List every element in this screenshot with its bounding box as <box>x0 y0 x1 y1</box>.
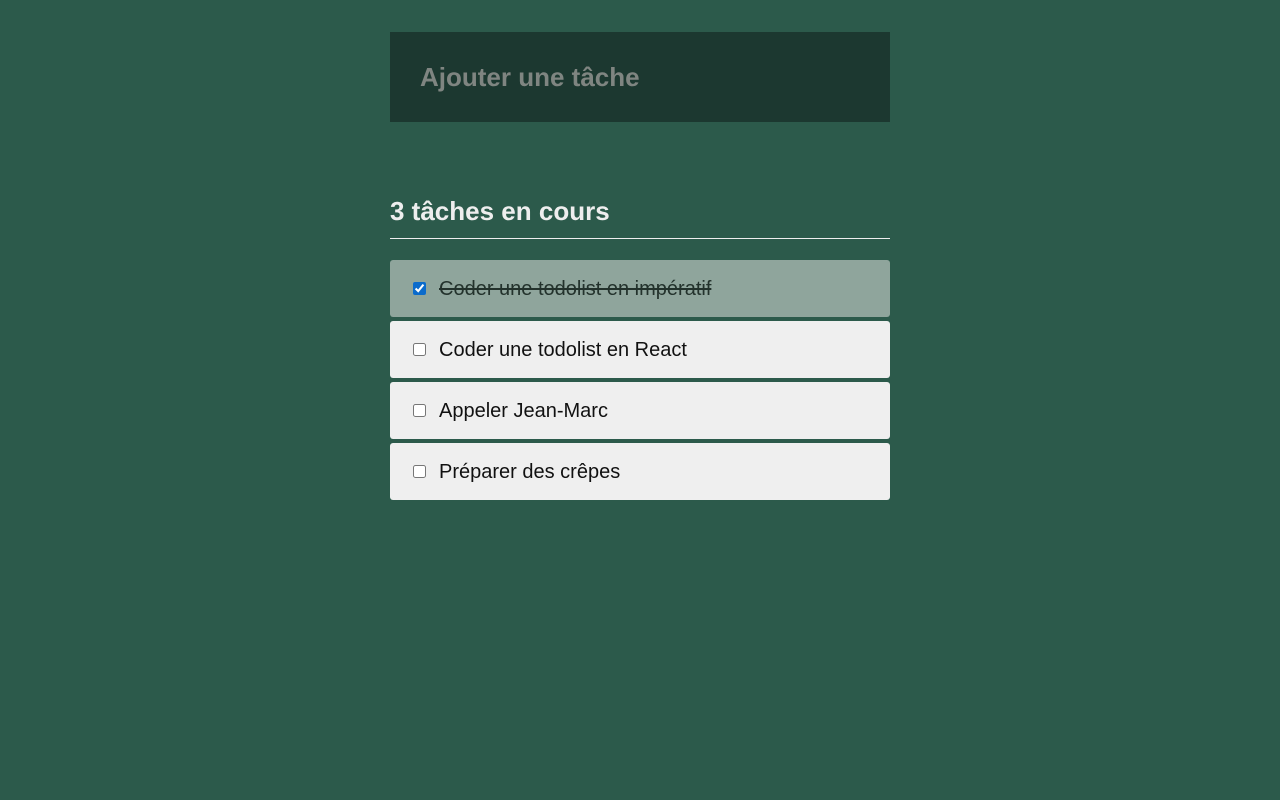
task-list: Coder une todolist en impératif Coder un… <box>390 260 890 500</box>
task-label: Préparer des crêpes <box>439 460 621 483</box>
task-item: Coder une todolist en impératif <box>390 260 890 317</box>
task-item: Coder une todolist en React <box>390 321 890 378</box>
remaining-tasks-heading: 3 tâches en cours <box>390 194 890 239</box>
task-item: Préparer des crêpes <box>390 443 890 500</box>
task-checkbox[interactable] <box>413 282 426 295</box>
task-label: Coder une todolist en React <box>439 338 687 361</box>
task-checkbox[interactable] <box>413 343 426 356</box>
new-task-input[interactable] <box>390 32 890 122</box>
task-label: Appeler Jean-Marc <box>439 399 608 422</box>
task-item: Appeler Jean-Marc <box>390 382 890 439</box>
task-checkbox[interactable] <box>413 465 426 478</box>
task-checkbox[interactable] <box>413 404 426 417</box>
task-label: Coder une todolist en impératif <box>439 277 712 300</box>
todo-app: 3 tâches en cours Coder une todolist en … <box>390 32 890 504</box>
